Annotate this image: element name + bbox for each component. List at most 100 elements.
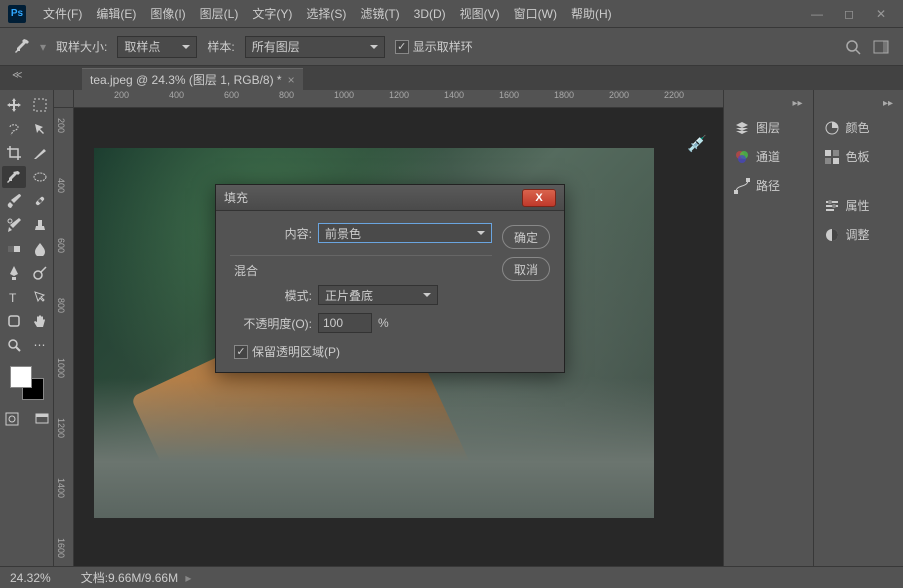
eyedropper-icon (14, 39, 30, 55)
zoom-level[interactable]: 24.32% (10, 571, 51, 585)
document-tab[interactable]: tea.jpeg @ 24.3% (图层 1, RGB/8) * × (82, 68, 303, 90)
opacity-unit: % (378, 316, 389, 330)
vertical-ruler[interactable]: 200 400 600 800 1000 1200 1400 1600 (54, 108, 74, 566)
swatches-panel-button[interactable]: 色板 (818, 144, 900, 169)
layers-icon (734, 120, 750, 136)
eyedropper-cursor-icon: 💉 (687, 134, 707, 154)
blend-group-label: 混合 (234, 262, 492, 279)
menu-image[interactable]: 图像(I) (143, 1, 192, 26)
brush-tool[interactable] (2, 190, 26, 212)
dialog-close-button[interactable]: X (522, 189, 556, 207)
close-button[interactable]: ✕ (867, 5, 895, 23)
blur-tool[interactable] (28, 238, 52, 260)
doc-size-value: 9.66M/9.66M (108, 571, 178, 585)
adjustments-icon (824, 227, 840, 243)
quick-select-tool[interactable] (28, 118, 52, 140)
menu-help[interactable]: 帮助(H) (564, 1, 619, 26)
sample-size-dropdown[interactable]: 取样点 (117, 36, 197, 58)
foreground-color-swatch[interactable] (10, 366, 32, 388)
slice-tool[interactable] (28, 142, 52, 164)
checkbox-icon (234, 345, 248, 359)
sample-label: 样本: (207, 38, 234, 55)
crop-tool[interactable] (2, 142, 26, 164)
checkbox-icon (395, 40, 409, 54)
search-icon[interactable] (845, 39, 861, 55)
doc-size-label: 文档: (81, 571, 108, 585)
healing-tool[interactable] (28, 190, 52, 212)
eyedropper-tool[interactable] (2, 166, 26, 188)
shape-tool[interactable] (2, 310, 26, 332)
menu-file[interactable]: 文件(F) (36, 1, 89, 26)
clone-stamp-tool[interactable] (28, 214, 52, 236)
panel-dock: ▸▸ 图层 通道 路径 ▸▸ 颜色 色板 属性 调整 (723, 90, 903, 566)
color-panel-button[interactable]: 颜色 (818, 115, 900, 140)
status-bar: 24.32% 文档:9.66M/9.66M ▸ (0, 566, 903, 588)
marquee-tool[interactable] (28, 94, 52, 116)
history-brush-tool[interactable] (2, 214, 26, 236)
menu-view[interactable]: 视图(V) (453, 1, 507, 26)
menu-bar: Ps 文件(F) 编辑(E) 图像(I) 图层(L) 文字(Y) 选择(S) 滤… (0, 0, 903, 28)
paths-panel-button[interactable]: 路径 (728, 173, 809, 198)
menu-select[interactable]: 选择(S) (299, 1, 353, 26)
tab-collapse-icon[interactable]: ≪ (12, 70, 22, 81)
horizontal-ruler[interactable]: 200 400 600 800 1000 1200 1400 1600 1800… (74, 90, 723, 108)
cancel-button[interactable]: 取消 (502, 257, 550, 281)
lasso-tool[interactable] (2, 118, 26, 140)
sample-size-label: 取样大小: (56, 38, 107, 55)
opacity-input[interactable] (318, 313, 372, 333)
zoom-tool[interactable] (2, 334, 26, 356)
menu-type[interactable]: 文字(Y) (245, 1, 299, 26)
ok-button[interactable]: 确定 (502, 225, 550, 249)
marching-ants-tool[interactable] (28, 166, 52, 188)
toolbox: T ⋯ (0, 90, 54, 566)
ruler-origin[interactable] (54, 90, 74, 108)
mode-label: 模式: (230, 287, 312, 304)
content-dropdown[interactable]: 前景色 (318, 223, 492, 243)
swatches-icon (824, 149, 840, 165)
panel-collapse-right-icon[interactable]: ▸▸ (818, 96, 900, 111)
properties-panel-button[interactable]: 属性 (818, 193, 900, 218)
properties-icon (824, 198, 840, 214)
quick-mask-tool[interactable] (0, 408, 24, 430)
workspace-icon[interactable] (873, 40, 889, 54)
show-sampling-ring-checkbox[interactable]: 显示取样环 (395, 38, 473, 55)
color-icon (824, 120, 840, 136)
content-label: 内容: (230, 225, 312, 242)
panel-collapse-left-icon[interactable]: ▸▸ (728, 96, 809, 111)
type-tool[interactable]: T (2, 286, 26, 308)
dodge-tool[interactable] (28, 262, 52, 284)
edit-toolbar[interactable]: ⋯ (28, 334, 52, 356)
path-select-tool[interactable] (28, 286, 52, 308)
screen-mode-tool[interactable] (30, 408, 54, 430)
channels-icon (734, 149, 750, 165)
tab-close-icon[interactable]: × (288, 73, 295, 87)
move-tool[interactable] (2, 94, 26, 116)
sample-layers-dropdown[interactable]: 所有图层 (245, 36, 385, 58)
layers-panel-button[interactable]: 图层 (728, 115, 809, 140)
maximize-button[interactable]: ◻ (835, 5, 863, 23)
app-logo: Ps (8, 5, 26, 23)
menu-layer[interactable]: 图层(L) (193, 1, 246, 26)
menu-edit[interactable]: 编辑(E) (89, 1, 143, 26)
pen-tool[interactable] (2, 262, 26, 284)
channels-panel-button[interactable]: 通道 (728, 144, 809, 169)
blend-mode-dropdown[interactable]: 正片叠底 (318, 285, 438, 305)
paths-icon (734, 178, 750, 194)
adjustments-panel-button[interactable]: 调整 (818, 222, 900, 247)
opacity-label: 不透明度(O): (230, 315, 312, 332)
menu-3d[interactable]: 3D(D) (407, 3, 453, 25)
gradient-tool[interactable] (2, 238, 26, 260)
minimize-button[interactable]: — (803, 5, 831, 23)
dialog-title: 填充 (224, 189, 248, 206)
preserve-transparency-checkbox[interactable]: 保留透明区域(P) (234, 343, 340, 360)
menu-filter[interactable]: 滤镜(T) (353, 1, 406, 26)
hand-tool[interactable] (28, 310, 52, 332)
fill-dialog: 填充 X 内容: 前景色 混合 模式: 正片叠底 不透明度(O): % (215, 184, 565, 373)
options-bar: ▾ 取样大小: 取样点 样本: 所有图层 显示取样环 (0, 28, 903, 66)
status-dropdown-icon[interactable]: ▸ (182, 571, 191, 585)
svg-text:T: T (9, 291, 17, 304)
color-swatches[interactable] (10, 366, 44, 400)
document-tab-bar: ≪ tea.jpeg @ 24.3% (图层 1, RGB/8) * × (0, 66, 903, 90)
menu-window[interactable]: 窗口(W) (507, 1, 564, 26)
dialog-title-bar[interactable]: 填充 X (216, 185, 564, 211)
